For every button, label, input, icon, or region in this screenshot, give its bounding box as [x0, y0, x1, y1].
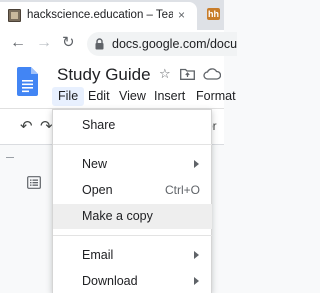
submenu-arrow-icon: [194, 277, 199, 285]
browser-tab[interactable]: hackscience.education – Teaching ×: [0, 2, 197, 30]
document-title[interactable]: Study Guide: [57, 65, 151, 85]
menu-item-label: Share: [82, 118, 116, 132]
reload-icon[interactable]: ↻: [62, 34, 75, 52]
lock-icon: [95, 38, 104, 50]
menu-item-open[interactable]: Open Ctrl+O: [53, 178, 212, 203]
tab-title: hackscience.education – Teaching: [27, 9, 173, 21]
document-left-margin: [0, 145, 52, 293]
menu-item-label: Email: [82, 248, 114, 262]
menu-separator: [53, 144, 212, 145]
menu-item-new[interactable]: New: [53, 152, 212, 177]
docs-header: Study Guide ☆ File Edit View Insert Form…: [0, 58, 236, 108]
file-dropdown-menu: Share New Open Ctrl+O Make a copy Email …: [52, 109, 212, 293]
menu-item-share[interactable]: Share: [53, 113, 212, 138]
browser-tab-strip: hackscience.education – Teaching × hh: [0, 0, 224, 30]
menu-file[interactable]: File: [52, 87, 85, 106]
menu-item-label: Open: [82, 183, 113, 197]
menu-item-make-a-copy[interactable]: Make a copy: [53, 204, 212, 229]
submenu-arrow-icon: [194, 251, 199, 259]
menu-item-label: Make a copy: [82, 209, 153, 223]
menu-item-email[interactable]: Email: [53, 243, 212, 268]
menu-edit[interactable]: Edit: [82, 87, 116, 106]
forward-arrow-icon[interactable]: →: [36, 34, 52, 52]
menu-insert[interactable]: Insert: [148, 87, 191, 106]
menu-item-download[interactable]: Download: [53, 269, 212, 293]
site-favicon-icon: [8, 9, 21, 22]
menu-format[interactable]: Format: [190, 87, 242, 106]
document-outline-icon[interactable]: [27, 176, 41, 189]
menu-item-shortcut: Ctrl+O: [164, 183, 200, 197]
undo-icon[interactable]: ↶: [20, 117, 33, 135]
tab-close-icon[interactable]: ×: [178, 8, 185, 22]
google-docs-logo-icon[interactable]: [17, 67, 38, 96]
ruler-tick: [6, 157, 14, 158]
browser-toolbar: ← → ↻ docs.google.com/docu: [0, 30, 237, 58]
url-text: docs.google.com/docu: [112, 37, 238, 51]
move-to-folder-icon[interactable]: [180, 68, 195, 80]
menu-view[interactable]: View: [113, 87, 152, 106]
address-bar[interactable]: docs.google.com/docu: [87, 32, 237, 56]
menu-item-label: New: [82, 157, 108, 171]
cloud-saved-icon[interactable]: [203, 68, 221, 80]
back-arrow-icon[interactable]: ←: [10, 34, 26, 52]
submenu-arrow-icon: [194, 160, 199, 168]
redo-icon[interactable]: ↷: [40, 117, 53, 135]
menu-item-label: Download: [82, 274, 138, 288]
star-icon[interactable]: ☆: [159, 66, 171, 82]
next-tab-favicon-icon[interactable]: hh: [207, 8, 220, 20]
menu-separator: [53, 235, 212, 236]
